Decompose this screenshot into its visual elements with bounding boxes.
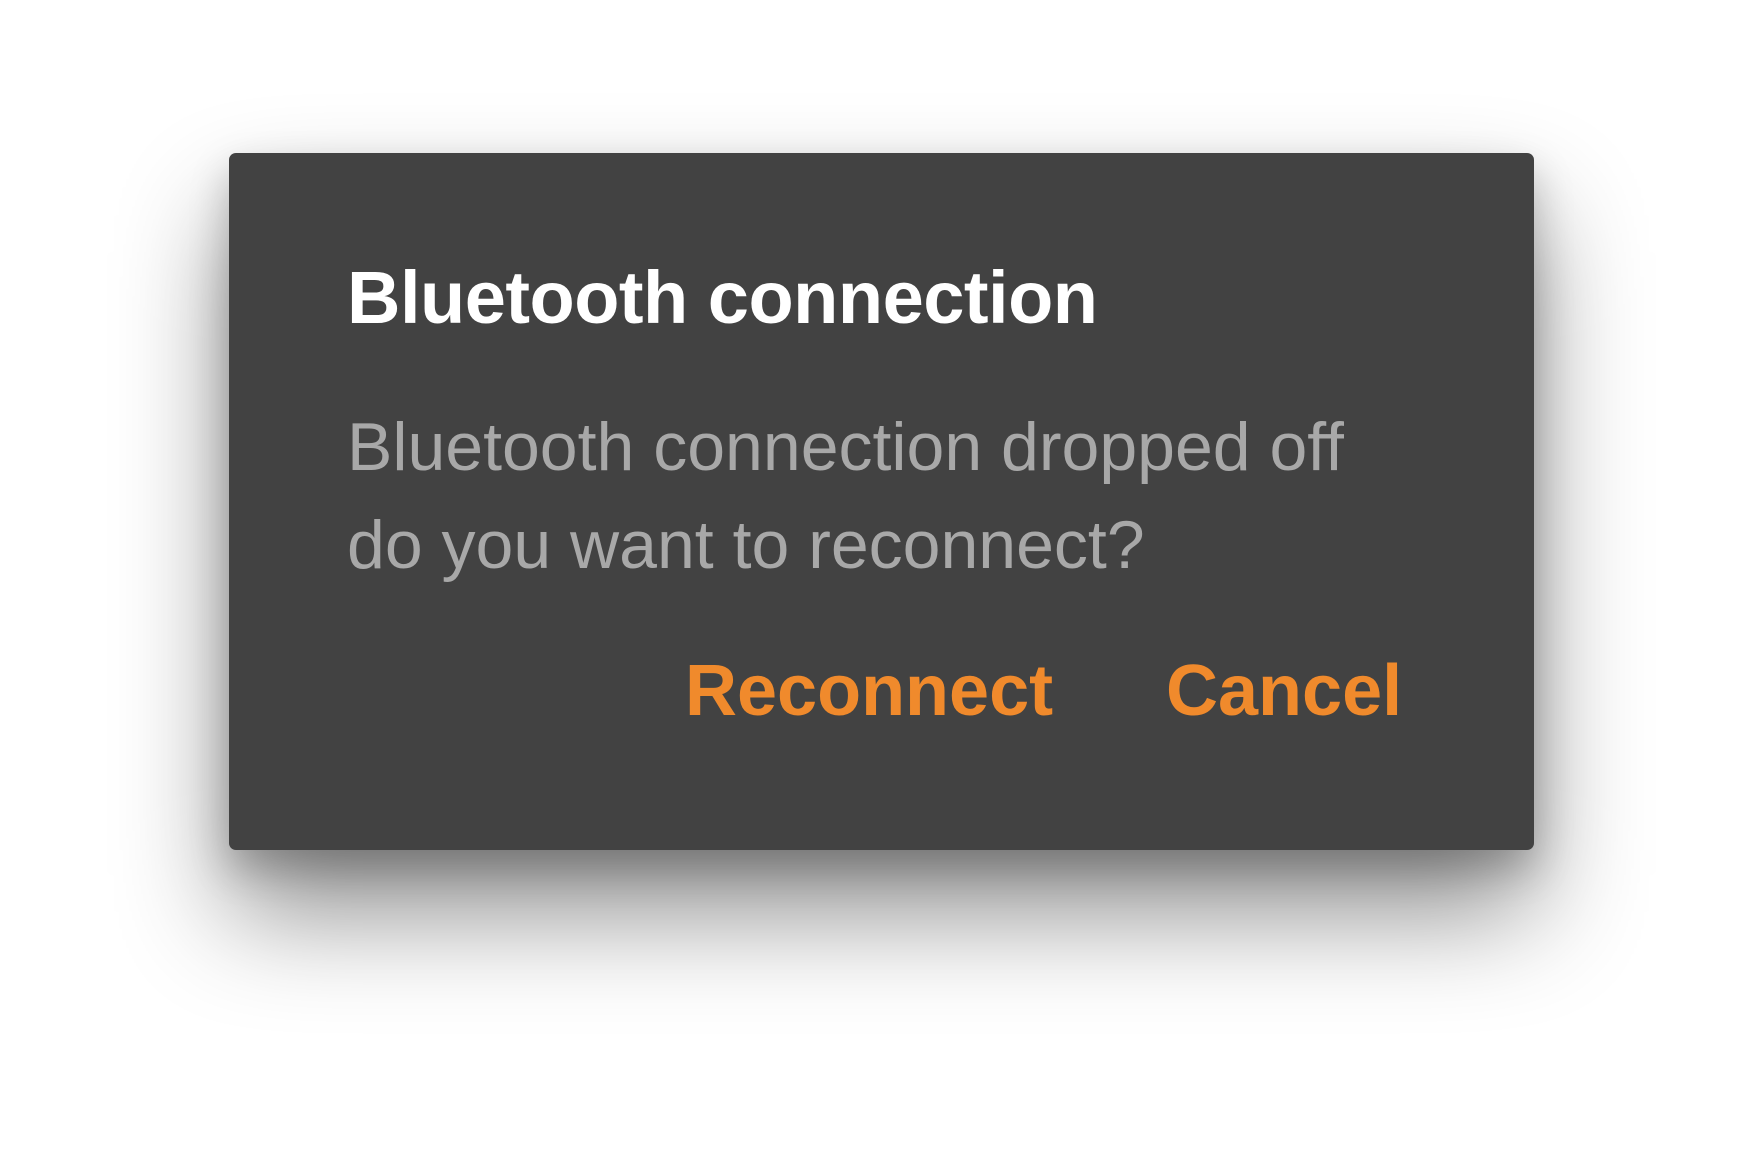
screen: Bluetooth connection Bluetooth connectio…: [0, 0, 1756, 1151]
cancel-button[interactable]: Cancel: [1166, 641, 1402, 741]
dialog-title: Bluetooth connection: [347, 256, 1098, 339]
dialog-message: Bluetooth connection dropped off do you …: [347, 398, 1344, 594]
dialog-message-line-2: do you want to reconnect?: [347, 507, 1145, 583]
bluetooth-dialog: Bluetooth connection Bluetooth connectio…: [229, 153, 1534, 850]
dialog-actions: Reconnect Cancel: [229, 641, 1534, 741]
reconnect-button[interactable]: Reconnect: [685, 641, 1053, 741]
dialog-message-line-1: Bluetooth connection dropped off: [347, 409, 1344, 485]
